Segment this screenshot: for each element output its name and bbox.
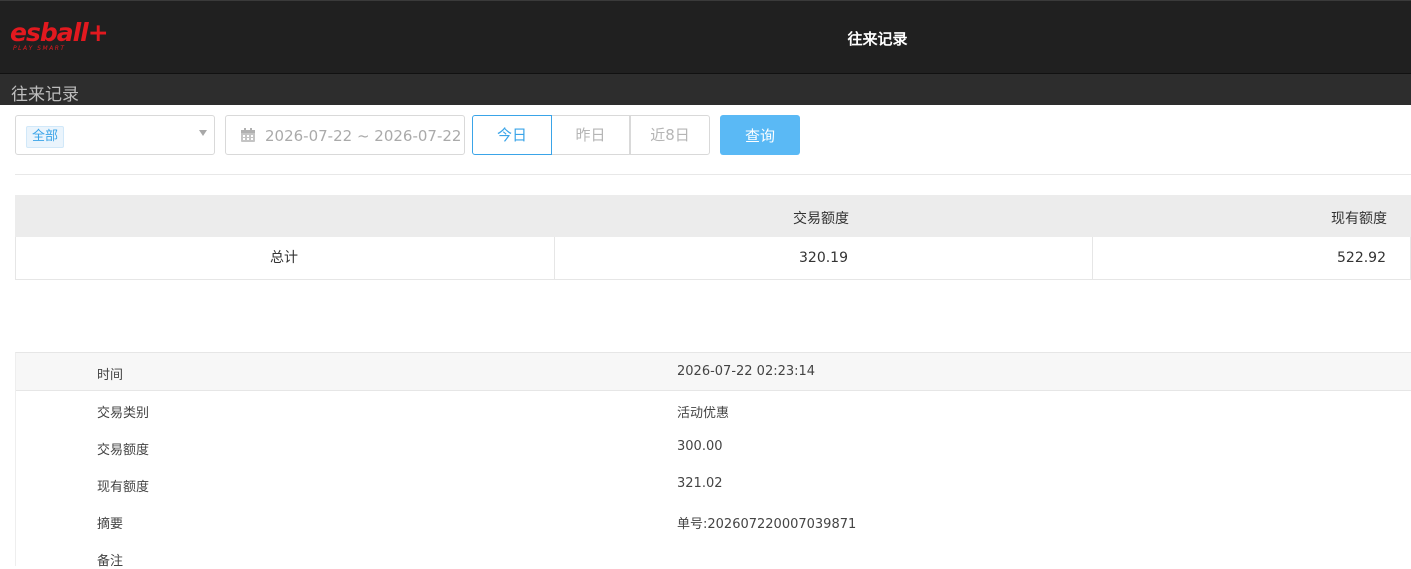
- calendar-icon: [241, 128, 255, 142]
- transaction-detail-card: 时间 2026-07-22 02:23:14 交易类别 活动优惠 交易额度 30…: [15, 352, 1411, 569]
- range-yesterday-button[interactable]: 昨日: [551, 115, 630, 155]
- section-header: 往来记录: [0, 74, 1411, 105]
- cell-divider: [554, 237, 555, 279]
- date-range-picker[interactable]: 2026-07-22 ~ 2026-07-22: [225, 115, 465, 155]
- section-title: 往来记录: [11, 85, 79, 105]
- range-today-button[interactable]: 今日: [472, 115, 552, 155]
- cell-divider: [1092, 237, 1093, 279]
- header-balance: 现有额度: [1331, 211, 1387, 227]
- total-amount: 320.19: [799, 250, 848, 266]
- detail-value-time: 2026-07-22 02:23:14: [677, 364, 816, 379]
- divider: [15, 174, 1411, 175]
- page-title: 往来记录: [847, 30, 908, 48]
- date-range-text: 2026-07-22 ~ 2026-07-22: [265, 127, 462, 145]
- caret-down-icon: [199, 130, 207, 136]
- total-balance: 522.92: [1337, 250, 1386, 266]
- transaction-type-select[interactable]: 全部: [15, 115, 215, 155]
- selected-type-tag: 全部: [26, 126, 65, 148]
- range-8days-button[interactable]: 近8日: [630, 115, 710, 155]
- summary-total-row: 总计 320.19 522.92: [15, 237, 1411, 280]
- detail-value-summary: 单号:202607220007039871: [677, 517, 857, 532]
- query-button[interactable]: 查询: [720, 115, 800, 155]
- detail-label-remark: 备注: [97, 554, 124, 569]
- detail-value-type: 活动优惠: [677, 406, 730, 421]
- detail-label-type: 交易类别: [97, 406, 150, 421]
- detail-label-amount: 交易额度: [97, 443, 150, 458]
- detail-value-amount: 300.00: [677, 439, 723, 454]
- top-navbar: esball+ PLAY SMART 往来记录: [0, 0, 1411, 74]
- detail-label-balance: 现有额度: [97, 480, 150, 495]
- detail-label-summary: 摘要: [97, 517, 124, 532]
- header-amount: 交易额度: [793, 211, 849, 227]
- detail-value-balance: 321.02: [677, 476, 723, 491]
- detail-label-time: 时间: [97, 368, 124, 383]
- total-label: 总计: [270, 250, 298, 266]
- summary-table-header: 交易额度 现有额度: [15, 195, 1411, 237]
